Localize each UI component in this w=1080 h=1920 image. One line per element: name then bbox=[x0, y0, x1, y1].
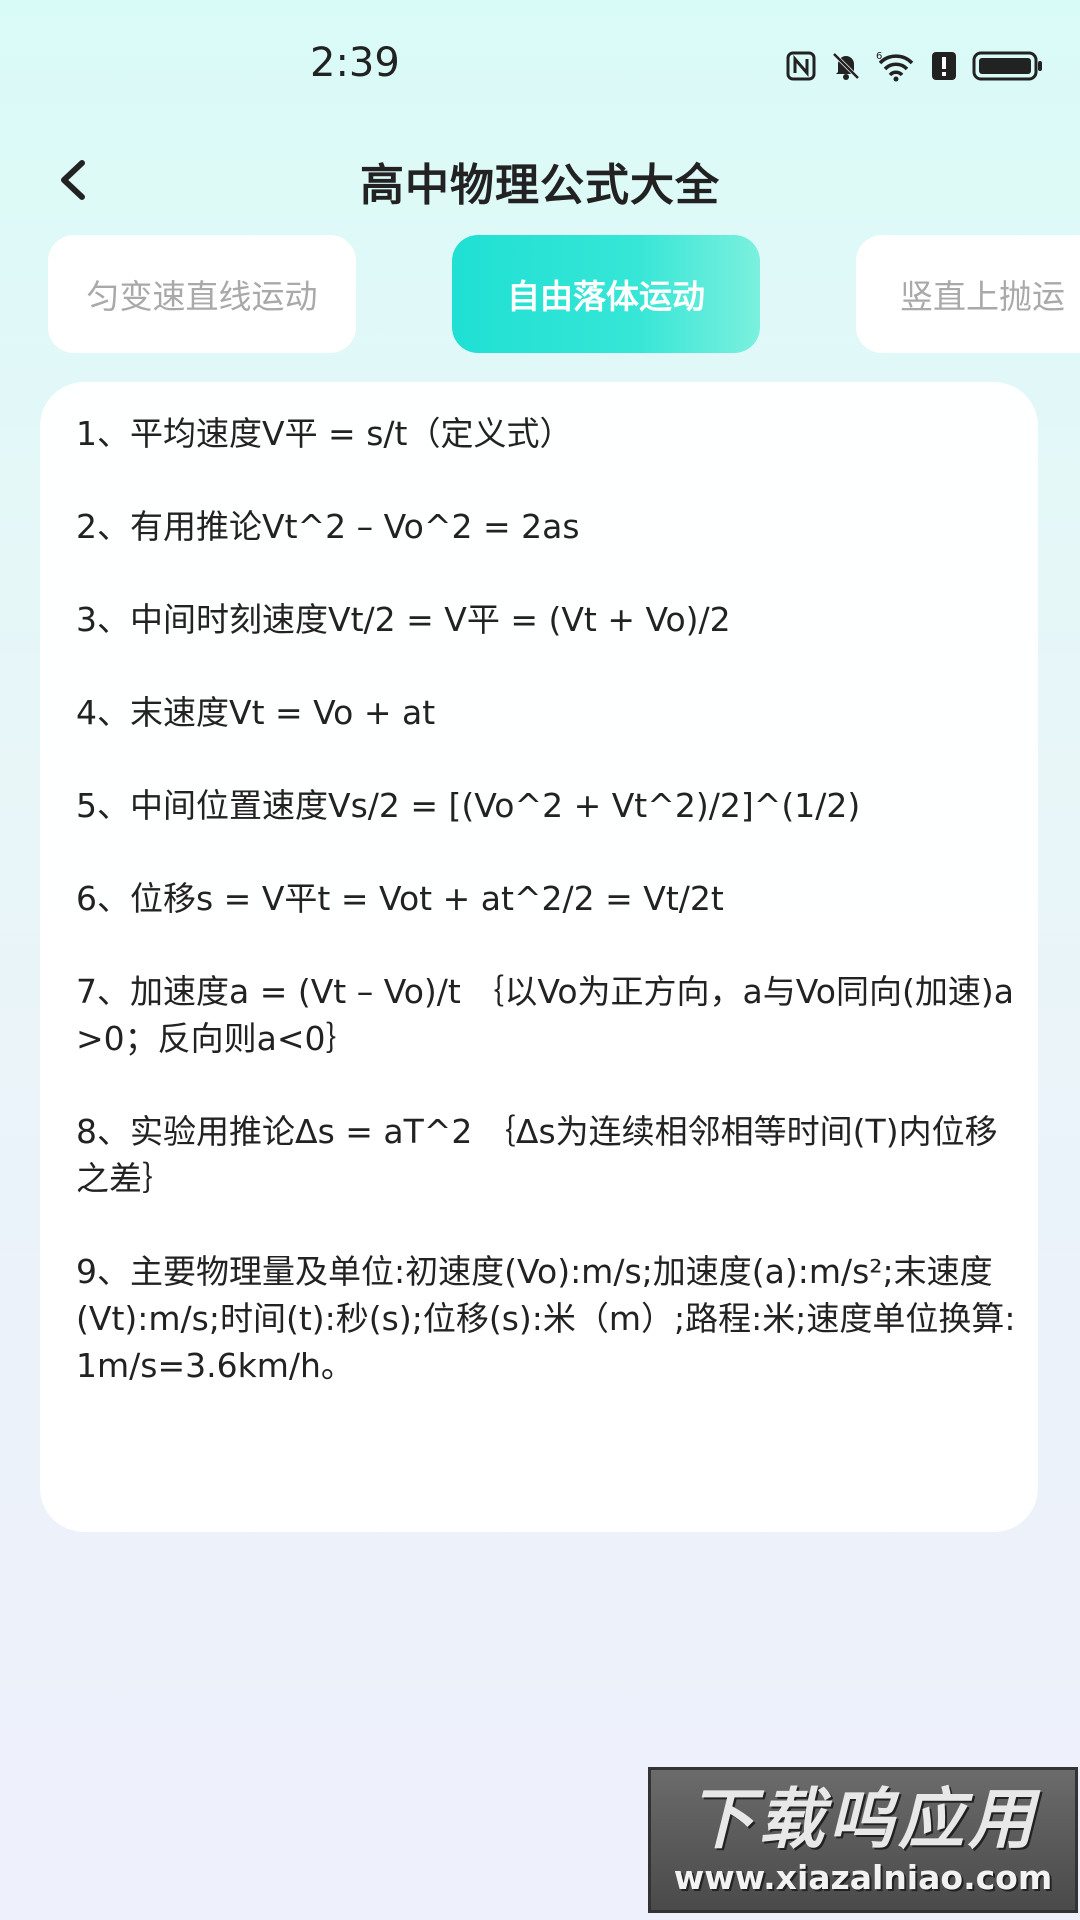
wifi-icon: 6 bbox=[876, 50, 916, 82]
watermark-title: 下载呜应用 bbox=[688, 1781, 1038, 1858]
tab-uniform-acceleration[interactable]: 匀变速直线运动 bbox=[48, 235, 356, 353]
battery-icon bbox=[972, 50, 1044, 82]
formula-item: 5、中间位置速度Vs/2 = [(Vo^2 + Vt^2)/2]^(1/2) bbox=[76, 786, 861, 825]
formula-item: 3、中间时刻速度Vt/2 = V平 = (Vt + Vo)/2 bbox=[76, 600, 731, 639]
status-bar: 2:39 6 bbox=[0, 0, 1080, 130]
formula-item: 4、末速度Vt = Vo + at bbox=[76, 693, 436, 732]
tab-free-fall[interactable]: 自由落体运动 bbox=[452, 235, 760, 353]
formula-item: 2、有用推论Vt^2 – Vo^2 = 2as bbox=[76, 507, 580, 546]
formula-card: 1、平均速度V平 = s/t（定义式） 2、有用推论Vt^2 – Vo^2 = … bbox=[40, 382, 1038, 1532]
formula-item: 1、平均速度V平 = s/t（定义式） bbox=[76, 414, 573, 453]
alert-icon bbox=[930, 50, 958, 82]
formula-item: 7、加速度a = (Vt – Vo)/t ｛以Vo为正方向，a与Vo同向(加速)… bbox=[76, 972, 1014, 1058]
bell-off-icon bbox=[830, 50, 862, 82]
header: 高中物理公式大全 bbox=[0, 135, 1080, 225]
status-time: 2:39 bbox=[310, 40, 400, 86]
tab-vertical-throw[interactable]: 竖直上抛运 bbox=[856, 235, 1080, 353]
formula-item: 6、位移s = V平t = Vot + at^2/2 = Vt/2t bbox=[76, 879, 724, 918]
nfc-icon bbox=[786, 51, 816, 81]
formula-list: 1、平均速度V平 = s/t（定义式） 2、有用推论Vt^2 – Vo^2 = … bbox=[76, 410, 1016, 1435]
formula-item: 9、主要物理量及单位:初速度(Vo):m/s;加速度(a):m/s²;末速度(V… bbox=[76, 1252, 1016, 1385]
watermark-url: www.xiazalniao.com bbox=[673, 1858, 1053, 1897]
formula-item: 8、实验用推论Δs = aT^2 ｛Δs为连续相邻相等时间(T)内位移之差｝ bbox=[76, 1112, 998, 1198]
watermark-logo: 下载呜应用 www.xiazalniao.com bbox=[648, 1767, 1078, 1913]
category-tabs: 匀变速直线运动 自由落体运动 竖直上抛运 bbox=[0, 235, 1080, 353]
page-title: 高中物理公式大全 bbox=[360, 160, 720, 211]
status-icons: 6 bbox=[786, 46, 1044, 86]
